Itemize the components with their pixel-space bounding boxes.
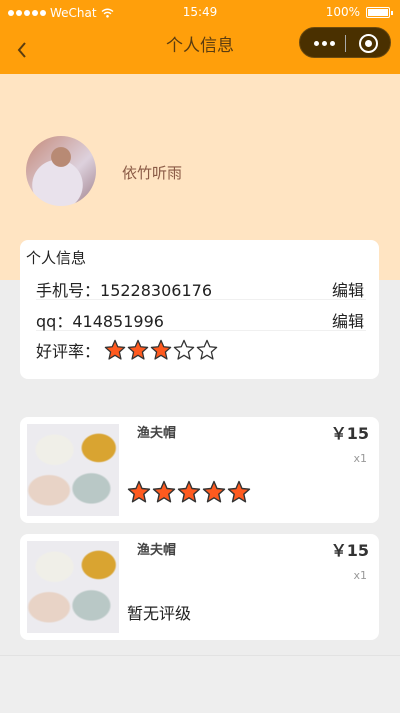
qq-value: 414851996 [72, 312, 164, 331]
phone-row: 手机号：15228306176 编辑 [36, 277, 366, 300]
battery-status: 100% [325, 5, 393, 19]
star-empty-icon [173, 339, 195, 361]
star-filled-icon [150, 339, 172, 361]
product-price: ￥15 [330, 424, 369, 443]
product-name: 渔夫帽 [137, 543, 177, 558]
product-name: 渔夫帽 [137, 426, 177, 441]
nav-bar: 个人信息 [0, 26, 400, 74]
star-filled-icon [127, 480, 151, 504]
product-rating-stars [127, 480, 251, 504]
order-card[interactable]: 渔夫帽 ￥15 x1 [20, 417, 379, 523]
phone-value: 15228306176 [100, 281, 212, 300]
capsule-divider [345, 35, 346, 52]
rating-label: 好评率： [36, 342, 101, 361]
rating-stars [104, 339, 218, 361]
star-filled-icon [127, 339, 149, 361]
product-image [27, 541, 119, 633]
more-dots-icon[interactable] [314, 41, 335, 46]
bottom-area [0, 655, 400, 713]
star-filled-icon [177, 480, 201, 504]
star-empty-icon [196, 339, 218, 361]
star-filled-icon [104, 339, 126, 361]
product-price: ￥15 [330, 541, 369, 560]
product-image [27, 424, 119, 516]
status-bar: WeChat 15:49 100% [0, 0, 400, 26]
avatar[interactable] [26, 136, 96, 206]
qq-row: qq：414851996 编辑 [36, 308, 366, 331]
info-section-title: 个人信息 [26, 249, 87, 267]
top-bar: WeChat 15:49 100% 个人信息 [0, 0, 400, 74]
star-filled-icon [227, 480, 251, 504]
star-filled-icon [152, 480, 176, 504]
rating-row: 好评率： [36, 338, 366, 362]
product-qty: x1 [353, 452, 367, 465]
qq-label: qq： [36, 312, 73, 331]
no-rating-text: 暂无评级 [127, 604, 192, 623]
order-card[interactable]: 渔夫帽 ￥15 x1 暂无评级 [20, 534, 379, 640]
target-icon[interactable] [359, 34, 378, 53]
product-qty: x1 [353, 569, 367, 582]
mini-program-capsule [299, 27, 391, 58]
star-filled-icon [202, 480, 226, 504]
edit-phone-button[interactable]: 编辑 [332, 277, 364, 301]
phone-label: 手机号： [36, 281, 101, 300]
battery-percent: 100% [325, 5, 360, 19]
edit-qq-button[interactable]: 编辑 [332, 308, 364, 332]
username: 依竹听雨 [122, 164, 183, 182]
battery-icon [366, 6, 393, 18]
info-card: 个人信息 手机号：15228306176 编辑 qq：414851996 编辑 … [20, 240, 379, 379]
